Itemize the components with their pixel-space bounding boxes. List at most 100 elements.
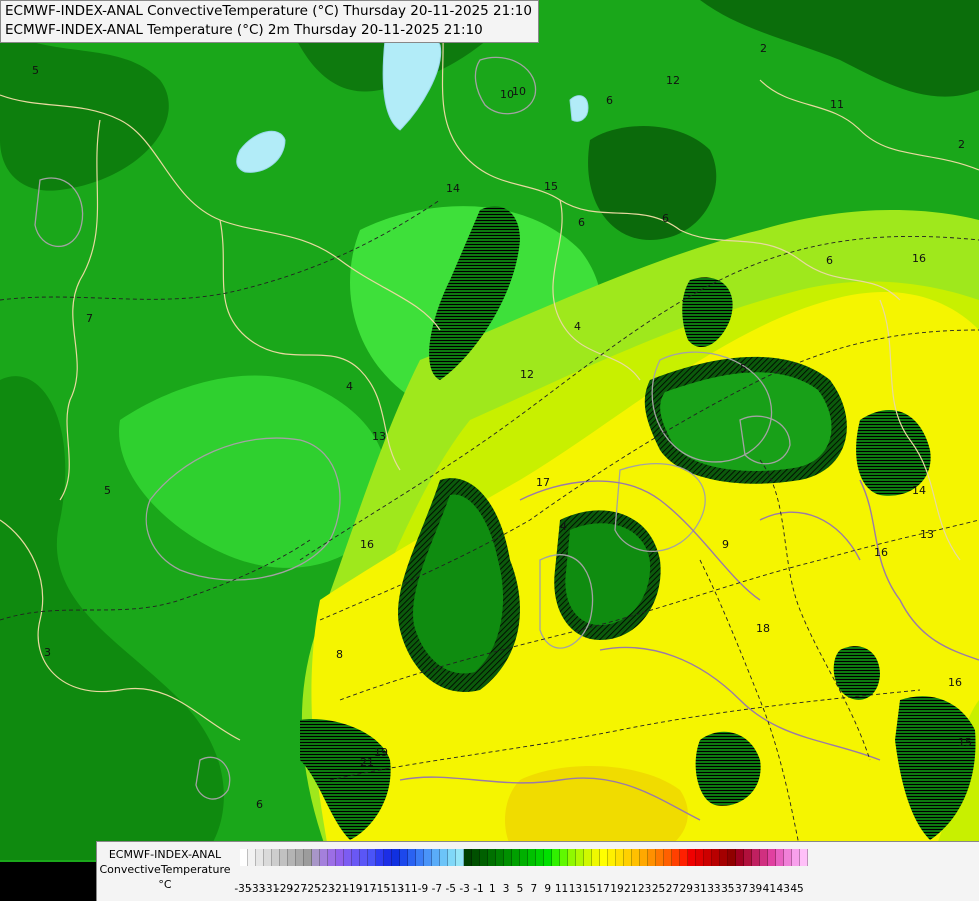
legend-swatch [688,849,696,866]
contour-value-label: 19 [374,746,388,759]
legend-swatch [248,849,256,866]
legend-swatch [576,849,584,866]
lake-3 [569,95,589,122]
weather-map: 1010666612112257941217181614151315161921… [0,0,979,900]
contour-value-label: 5 [104,484,111,497]
legend-model: ECMWF-INDEX-ANAL [108,848,222,861]
legend-tick-label: -1 [473,883,484,895]
contour-value-label: 6 [826,254,833,267]
legend-swatch [440,849,448,866]
legend-tick-label: -5 [445,883,456,895]
legend-tick-label: 45 [790,883,804,895]
contour-value-label: 10 [512,85,526,98]
legend-tick-label: -11 [400,883,418,895]
sea-black-strip [0,862,96,900]
legend-swatch [712,849,720,866]
legend-tick-label: 31 [693,883,707,895]
legend-tick-label: 11 [554,883,569,895]
legend-swatch [280,849,288,866]
legend-swatch [304,849,312,866]
contour-value-label: 6 [578,216,585,229]
legend-swatch [672,849,680,866]
legend-swatch [240,849,248,866]
contour-value-label: 12 [666,74,680,87]
contour-value-label: 4 [560,520,567,533]
legend-swatch [480,849,488,866]
legend-tick-label: 1 [488,883,496,895]
legend-swatch [656,849,664,866]
legend-swatch [520,849,528,866]
legend-swatch [392,849,400,866]
legend-swatch [368,849,376,866]
legend-tick-label: 5 [516,883,524,895]
legend-tick-label: 19 [610,883,624,895]
legend-swatch [320,849,328,866]
legend-swatch [760,849,768,866]
map-title-box: ECMWF-INDEX-ANAL ConvectiveTemperature (… [0,0,539,43]
contour-value-label: 11 [830,98,844,111]
legend-swatch [496,849,504,866]
legend-swatch [792,849,800,866]
legend-swatch [728,849,736,866]
legend-swatch [736,849,744,866]
legend-swatch [288,849,296,866]
legend-swatch [632,849,640,866]
contour-value-label: 9 [722,538,729,551]
legend-tick-label: 35 [721,883,735,895]
legend-swatch [256,849,264,866]
legend-swatch [536,849,544,866]
contour-value-label: 5 [740,362,747,375]
legend-swatch [336,849,344,866]
contour-value-label: 3 [44,646,51,659]
legend-tick-label: 3 [502,883,510,895]
legend-label: ECMWF-INDEX-ANAL ConvectiveTemperature °… [99,847,231,892]
legend-swatch [608,849,616,866]
legend-tick-label: 41 [762,883,777,895]
legend-swatch [776,849,784,866]
legend-tick-label: 37 [734,883,749,895]
legend-swatch [352,849,360,866]
contour-value-label: 15 [544,180,558,193]
legend-swatch [272,849,280,866]
legend-swatch [640,849,648,866]
legend-tick-label: 33 [707,883,721,895]
legend-tick-label: 39 [748,883,763,895]
title-convective-temperature: ECMWF-INDEX-ANAL ConvectiveTemperature (… [5,3,532,19]
legend-tick-label: 25 [651,883,666,895]
contour-value-label: 7 [86,312,93,325]
legend-tick-label: 17 [596,883,610,895]
legend-tick-label: -7 [431,883,443,895]
legend-swatch [624,849,632,866]
legend-swatch [376,849,384,866]
legend-tick-label: 27 [665,883,680,895]
contour-value-label: 4 [574,320,581,333]
contour-value-label: 12 [520,368,534,381]
legend-swatch [432,849,440,866]
legend-swatch [384,849,392,866]
legend-swatch [360,849,368,866]
legend-tick-label: 21 [624,883,638,895]
contour-value-label: 16 [360,538,374,551]
legend-tick-label: 13 [568,883,583,895]
legend-swatch [664,849,672,866]
legend-swatch [616,849,624,866]
legend-swatch [768,849,776,866]
legend-swatch [752,849,760,866]
contour-value-label: 16 [948,676,962,689]
contour-value-label: 8 [336,648,343,661]
legend-swatch [264,849,272,866]
legend-swatch [448,849,456,866]
legend-swatch [696,849,704,866]
legend-swatch [800,849,808,866]
legend-swatch [592,849,600,866]
legend-swatch [408,849,416,866]
contour-value-label: 21 [360,756,374,769]
legend-tick-label: 15 [582,883,596,895]
legend-swatch [512,849,520,866]
contour-value-label: 5 [32,64,39,77]
legend-variable: ConvectiveTemperature [99,863,231,876]
legend-swatch [648,849,656,866]
legend-swatch [472,849,480,866]
legend-swatch [704,849,712,866]
legend-swatch [424,849,432,866]
